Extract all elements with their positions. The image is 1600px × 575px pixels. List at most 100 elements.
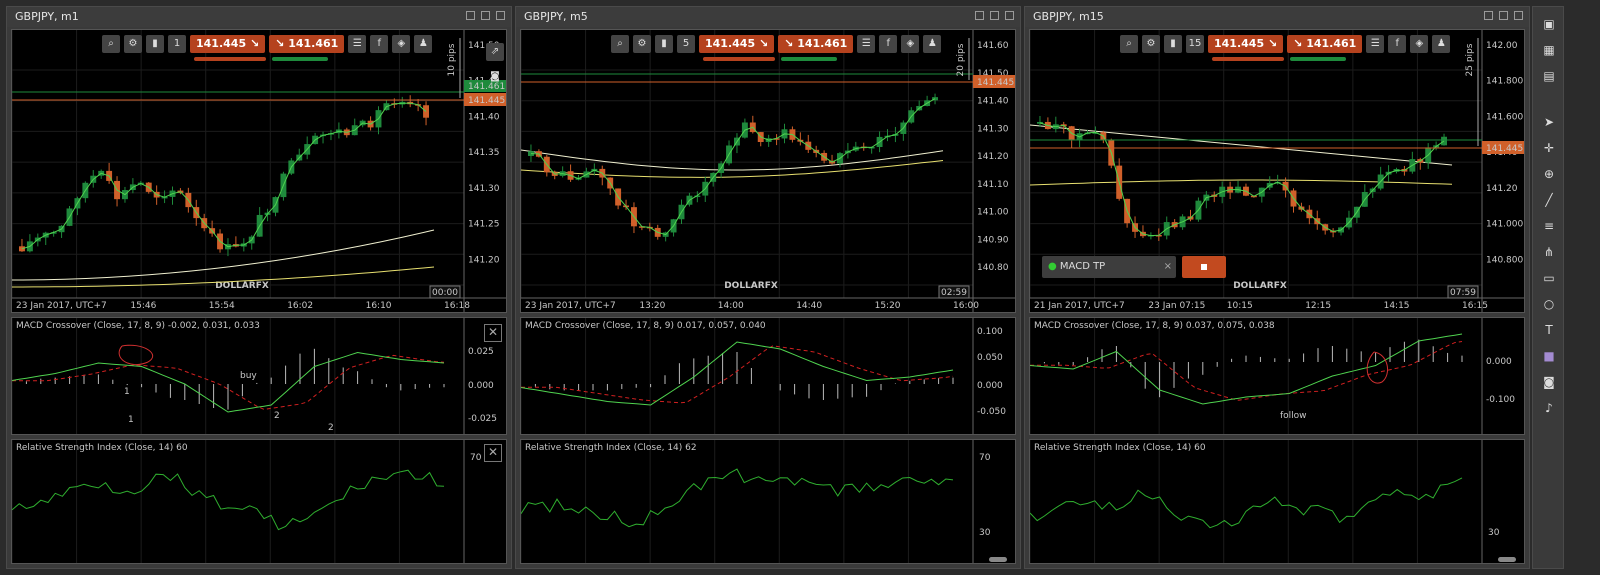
x-tick-label: 23 Jan 2017, UTC+7 [525, 301, 616, 311]
x-tick-label: 16:00 [953, 301, 979, 311]
buy-button[interactable]: ↘ 141.461 [778, 35, 854, 53]
cursor-icon[interactable]: ➤ [1540, 113, 1558, 131]
tag-icon[interactable]: ◈ [392, 35, 411, 53]
buy-button[interactable]: ↘ 141.461 [269, 35, 345, 53]
y-tick-label: 141.800 [1486, 77, 1523, 87]
y-tick-label: 141.600 [1486, 112, 1523, 122]
y-tick-label: 70 [979, 453, 991, 463]
countdown-label: 07:59 [1450, 288, 1476, 298]
bid-price-label: 141.445 [468, 96, 505, 106]
detach-icon[interactable] [975, 11, 984, 20]
y-tick-label: 141.20 [1486, 184, 1518, 194]
layout-grid-icon[interactable]: ▦ [1540, 41, 1558, 59]
price-chart[interactable]: DOLLARFX141.50141.45141.40141.35141.3014… [11, 29, 507, 313]
maximize-icon[interactable] [1499, 11, 1508, 20]
macd-title: MACD Crossover (Close, 17, 8, 9) 0.037, … [1034, 321, 1275, 331]
chart-window-m5: GBPJPY, m5 DOLLARFX 141.60 141.50 141.40 141… [515, 6, 1021, 569]
x-tick-label: 12:15 [1305, 301, 1331, 311]
close-icon[interactable] [496, 11, 505, 20]
trader-icon[interactable]: ♟ [1432, 35, 1451, 53]
line-icon[interactable]: ╱ [1540, 191, 1558, 209]
watermark: DOLLARFX [724, 281, 778, 291]
text-icon[interactable]: T [1540, 321, 1558, 339]
timeframe-button[interactable]: 15 [1186, 35, 1204, 53]
pips-label: 20 pips [956, 43, 966, 76]
screenshot-icon[interactable]: ◙ [486, 68, 504, 86]
layout-split-icon[interactable]: ▤ [1540, 67, 1558, 85]
timeframe-button[interactable]: 1 [168, 35, 186, 53]
list-icon[interactable]: ☰ [348, 35, 367, 53]
ma-line [530, 98, 936, 236]
color-icon[interactable]: ■ [1540, 347, 1558, 365]
detach-icon[interactable] [1484, 11, 1493, 20]
x-tick-label: 21 Jan 2017, UTC+7 [1034, 301, 1125, 311]
zoom-icon[interactable]: ⌕ [102, 35, 120, 53]
price-chart[interactable]: DOLLARFX 141.60 141.50 141.40 141.30 141.20 14… [520, 29, 1016, 313]
zoom-icon[interactable]: ⌕ [1120, 35, 1138, 53]
ellipse-icon[interactable]: ○ [1540, 295, 1558, 313]
list-icon[interactable]: ☰ [1366, 35, 1385, 53]
settings-icon[interactable]: ⚙ [124, 35, 142, 53]
list-icon[interactable]: ☰ [857, 35, 876, 53]
close-icon[interactable] [1514, 11, 1523, 20]
facebook-icon[interactable]: f [1388, 35, 1407, 53]
detach-icon[interactable] [466, 11, 475, 20]
y-tick-label: 141.00 [977, 208, 1009, 218]
y-tick-label: 0.025 [468, 347, 494, 357]
stop-bot-button[interactable] [1182, 256, 1226, 278]
pitchfork-icon[interactable]: ⋔ [1540, 243, 1558, 261]
x-tick-label: 23 Jan 2017, UTC+7 [16, 301, 107, 311]
settings-icon[interactable]: ⚙ [1142, 35, 1160, 53]
y-tick-label: 141.000 [1486, 220, 1523, 230]
zoom-icon[interactable]: ⊕ [1540, 165, 1558, 183]
close-icon[interactable]: ✕ [484, 444, 502, 462]
bot-status-chip[interactable]: ● MACD TP × [1042, 256, 1176, 278]
scrollbar-thumb[interactable] [989, 557, 1007, 562]
countdown-label: 00:00 [432, 288, 458, 298]
y-tick-label: 0.100 [977, 327, 1003, 337]
buy-button[interactable]: ↘ 141.461 [1287, 35, 1363, 53]
annotation-text: 1 [128, 415, 134, 425]
x-tick-label: 10:15 [1227, 301, 1253, 311]
buy-strength-bar [1290, 57, 1346, 61]
rectangle-icon[interactable]: ▭ [1540, 269, 1558, 287]
close-icon[interactable] [1005, 11, 1014, 20]
settings-icon[interactable]: ⚙ [633, 35, 651, 53]
layout-single-icon[interactable]: ▣ [1540, 15, 1558, 33]
annotation-text: 2 [328, 423, 334, 433]
candle-type-icon[interactable]: ▮ [146, 35, 164, 53]
bid-price-label: 141.445 [977, 78, 1014, 88]
y-tick-label: 141.60 [977, 41, 1009, 51]
candle-type-icon[interactable]: ▮ [1164, 35, 1182, 53]
facebook-icon[interactable]: f [370, 35, 389, 53]
popout-icon[interactable]: ⇗ [486, 43, 504, 61]
y-tick-label: 140.90 [977, 235, 1009, 245]
tag-icon[interactable]: ◈ [901, 35, 920, 53]
buy-strength-bar [272, 57, 328, 61]
zoom-icon[interactable]: ⌕ [611, 35, 629, 53]
maximize-icon[interactable] [481, 11, 490, 20]
camera-icon[interactable]: ◙ [1540, 373, 1558, 391]
crosshair-icon[interactable]: ✛ [1540, 139, 1558, 157]
trader-icon[interactable]: ♟ [923, 35, 942, 53]
scrollbar-thumb[interactable] [1498, 557, 1516, 562]
x-tick-label: 14:15 [1384, 301, 1410, 311]
y-tick-label: 0.000 [1486, 357, 1512, 367]
fib-icon[interactable]: ≡ [1540, 217, 1558, 235]
tag-icon[interactable]: ◈ [1410, 35, 1429, 53]
y-tick-label: 141.35 [468, 148, 500, 158]
sell-button[interactable]: 141.445 ↘ [699, 35, 775, 53]
facebook-icon[interactable]: f [879, 35, 898, 53]
sell-button[interactable]: 141.445 ↘ [190, 35, 266, 53]
alert-icon[interactable]: ♪ [1540, 399, 1558, 417]
close-icon[interactable]: ✕ [484, 324, 502, 342]
candle-type-icon[interactable]: ▮ [655, 35, 673, 53]
timeframe-button[interactable]: 5 [677, 35, 695, 53]
maximize-icon[interactable] [990, 11, 999, 20]
x-tick-label: 23 Jan 07:15 [1148, 301, 1205, 311]
window-title: GBPJPY, m5 [516, 7, 1020, 27]
chart-window-m1: GBPJPY, m1 DOLLARFX141.50141.45141.40141… [6, 6, 512, 569]
sell-button[interactable]: 141.445 ↘ [1208, 35, 1284, 53]
price-chart[interactable]: DOLLARFX142.00141.800141.600141.40141.20… [1029, 29, 1525, 313]
trader-icon[interactable]: ♟ [414, 35, 433, 53]
